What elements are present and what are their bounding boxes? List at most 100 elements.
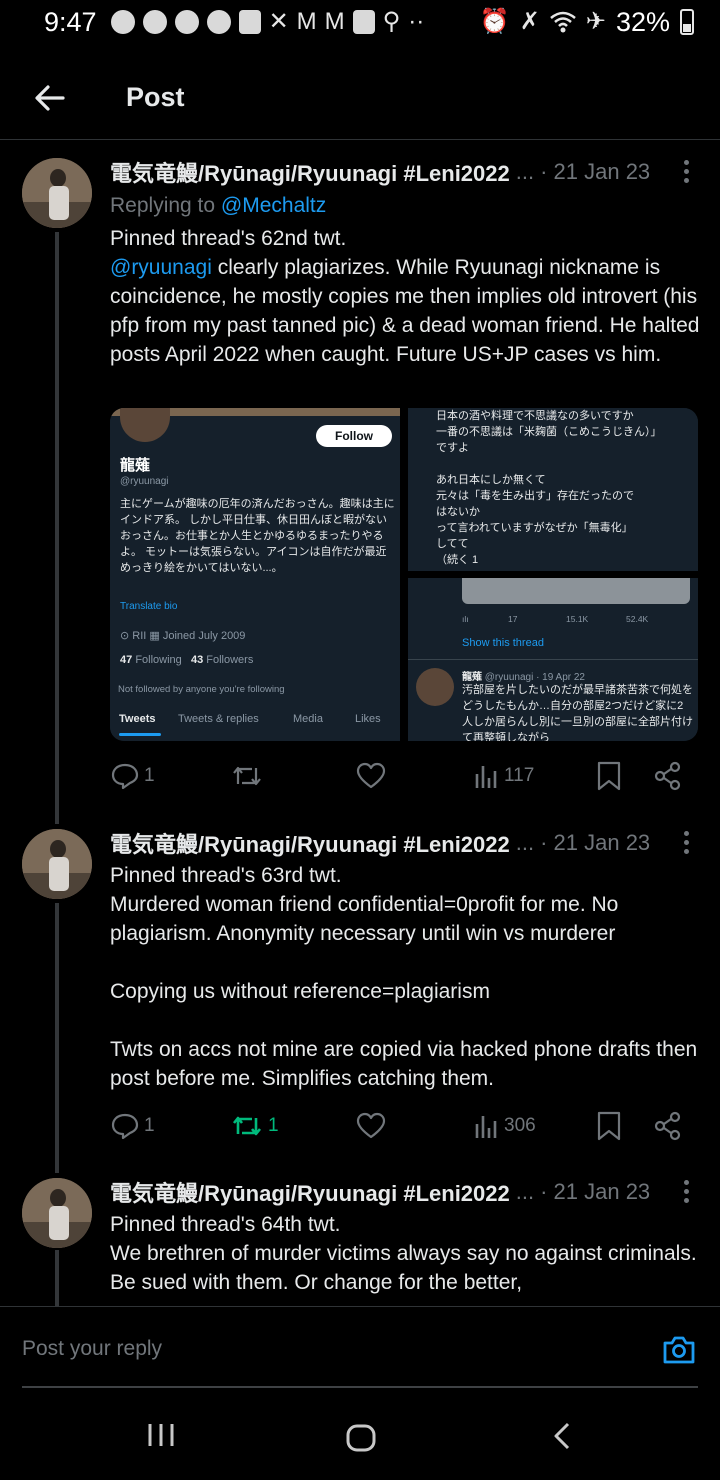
reply-input[interactable]: Post your reply [22, 1337, 162, 1361]
replying-to: Replying to @Mechaltz [110, 194, 327, 217]
system-back-button[interactable] [552, 1422, 572, 1455]
tab-tweets-replies: Tweets & replies [178, 713, 259, 725]
avatar[interactable] [22, 829, 92, 899]
like-count: 52.4K [626, 614, 649, 624]
system-navigation-bar [0, 1388, 720, 1480]
follow-button: Follow [316, 425, 392, 447]
reply-count: 1 [144, 1115, 155, 1136]
reply-count: 17 [508, 614, 518, 624]
twitch-icon [238, 10, 261, 34]
post-date[interactable]: · 21 Jan 23 [540, 1179, 650, 1205]
post-actions: 1 117 [110, 756, 690, 796]
tab-media: Media [293, 713, 323, 725]
heart-icon [356, 762, 386, 789]
home-button[interactable] [346, 1424, 376, 1457]
chevron-left-icon [554, 1422, 570, 1450]
bookmark-button[interactable] [596, 761, 622, 791]
post-date[interactable]: · 21 Jan 23 [540, 830, 650, 856]
bookmark-icon [597, 761, 621, 791]
more-options-icon[interactable] [682, 160, 690, 183]
views-button[interactable]: 306 [474, 1112, 536, 1140]
translate-bio-link: Translate bio [120, 601, 178, 612]
bookmark-icon [597, 1111, 621, 1141]
recents-button[interactable] [146, 1422, 176, 1453]
media-image-thread[interactable]: ılı 17 15.1K 52.4K Show this thread 龍薙 @… [408, 578, 698, 741]
battery-percent: 32% [615, 6, 670, 37]
status-bar: 9:47 ✕ M M ⚲ ·· ⏰ ✗ ✈ 32% [0, 0, 720, 44]
location-icon: ⊙ [120, 630, 133, 642]
media-grid[interactable]: Follow 龍薙 @ryuunagi 主にゲームが趣味の厄年の済んだおっさん。… [110, 408, 698, 741]
thread-connector [55, 1250, 59, 1306]
show-thread-link: Show this thread [462, 637, 544, 649]
not-followed-note: Not followed by anyone you're following [118, 684, 285, 695]
battery-charging-icon [680, 9, 694, 35]
retweet-count: 15.1K [566, 614, 589, 624]
mention-link[interactable]: @ryuunagi [110, 256, 212, 279]
more-dots-icon: ·· [408, 8, 425, 35]
more-options-icon[interactable] [682, 831, 690, 854]
chat-icon [352, 10, 375, 34]
author-name[interactable]: 電気竜鰻/Ryūnagi/Ryuunagi #Leni2022 [110, 156, 510, 188]
post-date[interactable]: · 21 Jan 23 [540, 159, 650, 185]
share-button[interactable] [654, 761, 682, 791]
headset-icon [174, 10, 199, 34]
embedded-text: 汚部屋を片したいのだが最早諸茶苦茶で何処をどうしたもんか…自分の部屋2つだけど家… [462, 684, 693, 741]
reddit-icon [206, 10, 231, 34]
post-text: Pinned thread's 62nd twt. @ryuunagi clea… [110, 227, 706, 366]
embedded-image [462, 578, 690, 604]
avatar [416, 668, 454, 706]
recents-icon [148, 1424, 174, 1446]
share-icon [654, 761, 681, 791]
post-item[interactable]: 電気竜鰻/Ryūnagi/Ryuunagi #Leni2022 ... · 21… [0, 1170, 720, 1306]
reply-button[interactable]: 1 [110, 762, 155, 790]
person-icon: ⚲ [382, 8, 401, 35]
views-button[interactable]: 117 [474, 762, 534, 790]
post-text: Pinned thread's 63rd twt. Murdered woman… [110, 864, 698, 1090]
mute-icon: ✗ [519, 8, 540, 35]
wifi-icon [550, 11, 576, 33]
avatar[interactable] [22, 158, 92, 228]
author-name[interactable]: 電気竜鰻/Ryūnagi/Ryuunagi #Leni2022 [110, 1176, 510, 1208]
avatar[interactable] [22, 1178, 92, 1248]
avatar [120, 408, 170, 442]
bookmark-button[interactable] [596, 1111, 622, 1141]
back-button[interactable] [20, 68, 80, 128]
like-button[interactable] [356, 762, 390, 790]
author-name[interactable]: 電気竜鰻/Ryūnagi/Ryuunagi #Leni2022 [110, 827, 510, 859]
alarm-icon: ⏰ [479, 8, 510, 35]
share-button[interactable] [654, 1111, 682, 1141]
repost-icon [232, 1116, 262, 1136]
views-chart-icon [475, 766, 497, 788]
media-image-profile[interactable]: Follow 龍薙 @ryuunagi 主にゲームが趣味の厄年の済んだおっさん。… [110, 408, 400, 741]
camera-button[interactable] [662, 1335, 696, 1365]
truncation-ellipsis: ... [515, 159, 535, 184]
calendar-icon: ▦ [149, 630, 163, 642]
profile-follow-counts: 47 Following 43 Followers [120, 654, 254, 666]
gmail-icon: M [324, 8, 345, 35]
media-image-text[interactable]: 日本の酒や料理で不思議なの多いですか 一番の不思議は「米麹菌（こめこうじきん）」… [408, 408, 698, 571]
profile-name: 龍薙 [120, 457, 151, 474]
views-count: 117 [504, 765, 535, 786]
embedded-author: 龍薙 @ryuunagi · 19 Apr 22 [462, 672, 585, 683]
repost-button[interactable] [230, 762, 268, 790]
repost-button[interactable]: 1 [230, 1112, 279, 1140]
screenshot-text: 日本の酒や料理で不思議なの多いですか 一番の不思議は「米麹菌（こめこうじきん）」… [436, 410, 662, 566]
like-button[interactable] [356, 1112, 390, 1140]
arrow-left-icon [35, 84, 65, 111]
home-icon [346, 1424, 376, 1452]
reply-button[interactable]: 1 [110, 1112, 155, 1140]
post-text: Pinned thread's 64th twt. We brethren of… [110, 1213, 697, 1294]
reply-count: 1 [144, 765, 155, 786]
camera-icon [663, 1336, 695, 1364]
airplane-icon: ✈ [585, 8, 606, 35]
views-chart-icon [475, 1116, 497, 1138]
tab-tweets: Tweets [119, 713, 156, 725]
post-actions: 1 1 306 [110, 1106, 690, 1146]
more-options-icon[interactable] [682, 1180, 690, 1203]
post-item[interactable]: 電気竜鰻/Ryūnagi/Ryuunagi #Leni2022 ... · 21… [0, 821, 720, 1151]
repost-count: 1 [268, 1115, 279, 1136]
profile-handle: @ryuunagi [120, 476, 169, 487]
gmail-icon: M [296, 8, 317, 35]
x-icon: ✕ [268, 8, 289, 35]
reply-handle-link[interactable]: @Mechaltz [221, 194, 326, 217]
